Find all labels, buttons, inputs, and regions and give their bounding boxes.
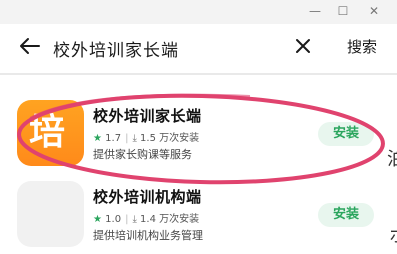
search-input[interactable]: 校外培训家长端	[53, 36, 179, 61]
list-item[interactable]: 校外培训机构端 ★ 1.0 | ⤓ 1.4 万次安装 提供培训机构业务管理 安装	[0, 176, 397, 254]
app-description: 提供培训机构业务管理	[93, 229, 203, 242]
meta-separator: |	[125, 133, 129, 144]
app-meta: ★ 1.0 | ⤓ 1.4 万次安装	[93, 210, 199, 225]
app-icon-glyph: 培	[29, 112, 66, 153]
window-titlebar: — ☐ ✕	[0, 0, 397, 24]
close-icon[interactable]	[294, 36, 312, 56]
download-count: 1.4 万次安装	[140, 214, 200, 225]
star-icon: ★	[93, 133, 102, 144]
close-window-button[interactable]: ✕	[364, 2, 384, 20]
star-icon: ★	[93, 214, 102, 225]
arrow-left-icon[interactable]	[18, 34, 42, 58]
list-item[interactable]: 培 校外培训家长端 ★ 1.7 | ⤓ 1.5 万次安装 提供家长购课等服务 安装	[0, 95, 397, 173]
download-icon: ⤓	[132, 214, 137, 225]
download-count: 1.5 万次安装	[140, 133, 200, 144]
download-icon: ⤓	[132, 133, 137, 144]
app-name[interactable]: 校外培训机构端	[93, 186, 202, 207]
rating-value: 1.7	[105, 133, 122, 144]
divider	[0, 73, 397, 75]
minimize-button[interactable]: —	[305, 2, 325, 20]
maximize-button[interactable]: ☐	[333, 2, 353, 20]
rating-value: 1.0	[105, 214, 122, 225]
edge-text-fragment: 泊	[387, 149, 397, 170]
app-meta: ★ 1.7 | ⤓ 1.5 万次安装	[93, 129, 199, 144]
search-submit-button[interactable]: 搜索	[347, 36, 377, 57]
app-name[interactable]: 校外培训家长端	[93, 105, 202, 126]
app-icon[interactable]	[17, 181, 84, 247]
install-button[interactable]: 安装	[318, 203, 374, 227]
install-button[interactable]: 安装	[318, 122, 374, 146]
meta-separator: |	[125, 214, 129, 225]
edge-text-fragment: ホ	[389, 222, 397, 248]
search-bar: 校外培训家长端 搜索	[0, 24, 397, 70]
app-icon[interactable]: 培	[17, 100, 84, 166]
app-description: 提供家长购课等服务	[93, 148, 192, 161]
